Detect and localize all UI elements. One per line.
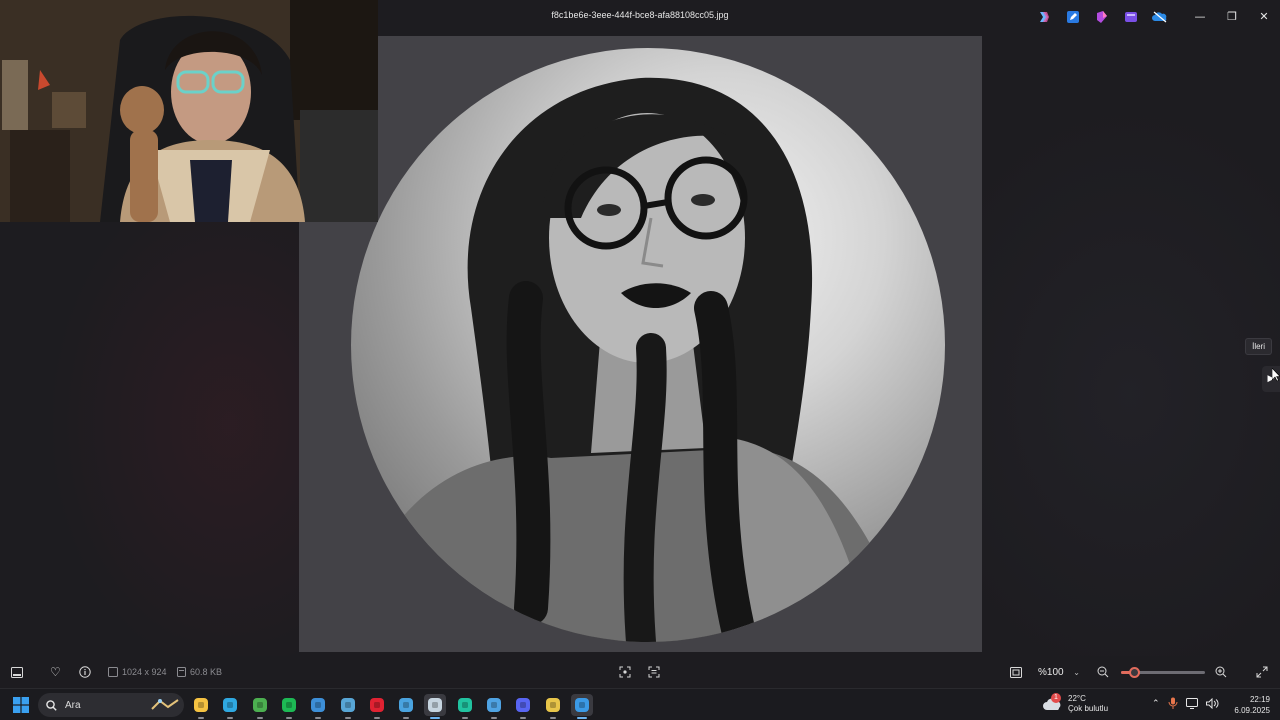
zoom-out-icon [1097, 666, 1109, 678]
microphone-icon[interactable] [1168, 697, 1178, 709]
text-recognition-button[interactable] [648, 664, 660, 680]
app-green-icon[interactable] [249, 694, 271, 719]
system-tray: ⌃ [1152, 697, 1219, 709]
weather-badge: 1 [1051, 693, 1061, 703]
app-blue-icon[interactable] [307, 694, 329, 719]
windows-logo-icon [13, 697, 29, 713]
clock-time: 22:19 [1249, 695, 1270, 704]
dimensions-text: 1024 x 924 [122, 667, 167, 677]
portrait-illustration [371, 77, 911, 642]
window-controls: — ❐ ✕ [1184, 0, 1280, 32]
notepad-icon[interactable] [395, 694, 417, 719]
scan-text-icon [648, 666, 660, 678]
app-picture-icon[interactable] [337, 694, 359, 719]
weather-desc: Çok bulutlu [1068, 704, 1109, 713]
chevron-up-icon[interactable]: ⌃ [1152, 698, 1160, 709]
taskbar-clock[interactable]: 22:19 6.09.2025 [1234, 694, 1270, 716]
discord-icon[interactable] [512, 694, 534, 719]
mouse-cursor-icon [1271, 367, 1280, 386]
zoom-in-button[interactable] [1215, 664, 1227, 680]
webcam-scene [0, 0, 378, 222]
file-size-text: 60.8 KB [190, 667, 223, 677]
zoom-in-icon [1215, 666, 1227, 678]
close-button[interactable]: ✕ [1248, 0, 1280, 32]
zoom-value: %100 [1038, 666, 1064, 678]
spotify-icon[interactable] [278, 694, 300, 719]
file-size: 60.8 KB [177, 664, 222, 680]
network-icon[interactable] [1185, 697, 1198, 709]
image-dimensions: 1024 x 924 [108, 664, 167, 680]
info-icon [79, 666, 91, 678]
app-teal-icon[interactable] [454, 694, 476, 719]
start-button[interactable] [13, 697, 29, 713]
portrait-photo [351, 48, 945, 642]
fullscreen-button[interactable] [1256, 664, 1268, 680]
crop-icon [619, 666, 631, 678]
filmstrip-icon [11, 666, 23, 678]
clock-date: 6.09.2025 [1234, 706, 1270, 715]
expand-icon [1256, 666, 1268, 678]
zoom-dropdown[interactable]: %100 ⌄ [1032, 661, 1086, 683]
photo-frame [299, 36, 982, 652]
zoom-out-button[interactable] [1097, 664, 1109, 680]
taskbar: Ara 1 22°C Çok bulutlu ⌃ 22:19 6.09.2025 [0, 688, 1280, 720]
photos-icon[interactable] [571, 694, 593, 719]
file-icon [177, 667, 186, 677]
volume-icon[interactable] [1205, 697, 1219, 709]
fit-window-icon [1010, 666, 1022, 678]
copilot-icon[interactable] [1035, 8, 1052, 25]
steam-icon[interactable] [424, 694, 446, 719]
onedrive-icon[interactable] [1151, 8, 1168, 25]
fit-to-window-button[interactable] [1010, 664, 1022, 680]
bottom-toolbar: ♡ 1024 x 924 60.8 KB %100 ⌄ [0, 656, 1280, 688]
weather-temp: 22°C [1068, 694, 1086, 703]
zoom-slider[interactable] [1121, 667, 1205, 678]
search-placeholder: Ara [65, 699, 81, 711]
clipchamp-icon[interactable] [1122, 8, 1139, 25]
favorite-button[interactable]: ♡ [50, 664, 61, 680]
chevron-down-icon: ⌄ [1073, 667, 1080, 677]
app-browser-icon[interactable] [483, 694, 505, 719]
webcam-overlay [0, 0, 378, 222]
zoom-slider-thumb[interactable] [1129, 667, 1141, 678]
filmstrip-button[interactable] [11, 664, 23, 680]
search-highlight-icon [151, 699, 179, 710]
weather-widget[interactable]: 1 22°C Çok bulutlu [1043, 693, 1109, 714]
crop-button[interactable] [619, 664, 631, 680]
edge-icon[interactable] [219, 694, 241, 719]
maximize-button[interactable]: ❐ [1216, 0, 1248, 32]
taskbar-search[interactable]: Ara [38, 693, 184, 717]
edit-icon[interactable] [1064, 8, 1081, 25]
next-tooltip: İleri [1245, 338, 1272, 355]
app-yellow-icon[interactable] [542, 694, 564, 719]
file-explorer-icon[interactable] [190, 694, 212, 719]
info-button[interactable] [79, 664, 91, 680]
weather-icon: 1 [1043, 693, 1063, 712]
title-actions [1035, 8, 1168, 25]
heart-icon: ♡ [50, 665, 61, 679]
search-icon [46, 699, 57, 711]
image-size-icon [108, 667, 118, 677]
designer-icon[interactable] [1093, 8, 1110, 25]
opera-icon[interactable] [366, 694, 388, 719]
minimize-button[interactable]: — [1184, 0, 1216, 32]
